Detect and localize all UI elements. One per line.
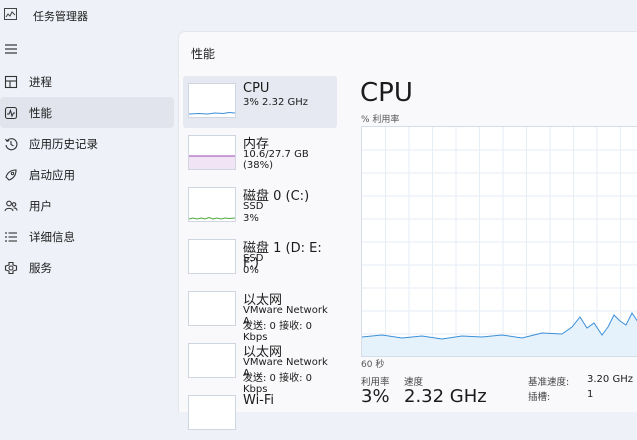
nav-item-processes[interactable]: 进程	[0, 66, 176, 97]
graph-time-label: 60 秒	[361, 360, 385, 370]
performance-icon	[4, 106, 18, 119]
resource-card-cpu[interactable]: CPU 3% 2.32 GHz	[183, 76, 337, 128]
nav-label: 用户	[29, 198, 52, 213]
utilization-value: 3%	[361, 386, 390, 407]
resource-detail: 3%	[243, 213, 259, 224]
resource-detail: 3% 2.32 GHz	[243, 97, 309, 108]
nav-label: 进程	[29, 74, 52, 89]
ethernet-1-mini-graph	[188, 291, 236, 326]
resource-card-memory[interactable]: 内存 10.6/27.7 GB (38%)	[183, 128, 337, 180]
users-icon	[4, 200, 18, 211]
sockets-value: 1	[587, 389, 594, 400]
page-title: 性能	[191, 47, 216, 61]
resource-name: Wi-Fi	[243, 393, 275, 408]
nav-item-app-history[interactable]: 应用历史记录	[0, 128, 176, 159]
nav-item-startup-apps[interactable]: 启动应用	[0, 159, 176, 190]
startup-apps-icon	[5, 168, 17, 181]
cpu-utilization-graph	[361, 126, 637, 357]
nav-label: 服务	[29, 260, 52, 275]
base-speed-value: 3.20 GHz	[587, 374, 633, 385]
nav-label: 性能	[29, 105, 52, 120]
cpu-mini-graph	[188, 83, 236, 118]
graph-axis-label: % 利用率	[361, 115, 400, 125]
details-icon	[5, 231, 17, 242]
nav-label: 应用历史记录	[29, 136, 98, 151]
nav-item-services[interactable]: 服务	[0, 252, 176, 283]
resource-card-disk-0[interactable]: 磁盘 0 (C:) SSD 3%	[183, 180, 337, 232]
sidebar-nav: 进程 性能 应用历史记录 启动应用 用户 详细信息 服务	[0, 66, 176, 283]
app-history-icon	[5, 137, 18, 150]
disk-1-mini-graph	[188, 239, 236, 274]
nav-label: 详细信息	[29, 229, 75, 244]
task-manager-icon	[4, 8, 17, 20]
main-panel: 性能 CPU 3% 2.32 GHz 内存 10.6/27.7 GB (38%)…	[178, 31, 637, 430]
app-title: 任务管理器	[33, 10, 88, 23]
services-icon	[4, 261, 18, 274]
speed-value: 2.32 GHz	[404, 386, 487, 407]
nav-item-users[interactable]: 用户	[0, 190, 176, 221]
resource-detail: 10.6/27.7 GB (38%)	[243, 149, 309, 171]
wifi-mini-graph	[188, 395, 236, 430]
resource-card-disk-1[interactable]: 磁盘 1 (D: E: F:) SSD 0%	[183, 232, 337, 284]
ethernet-2-mini-graph	[188, 343, 236, 378]
nav-label: 启动应用	[29, 167, 75, 182]
title-bar: 任务管理器	[0, 0, 637, 30]
disk-0-mini-graph	[188, 187, 236, 222]
resource-name: CPU	[243, 81, 270, 96]
resource-card-ethernet-2[interactable]: 以太网 VMware Network A... 发送: 0 接收: 0 Kbps	[183, 336, 337, 395]
detail-title: CPU	[360, 78, 413, 108]
nav-item-performance[interactable]: 性能	[0, 97, 174, 128]
hamburger-menu-icon[interactable]	[4, 42, 18, 56]
resource-list: CPU 3% 2.32 GHz 内存 10.6/27.7 GB (38%) 磁盘…	[179, 76, 337, 440]
memory-mini-graph	[188, 135, 236, 170]
nav-item-details[interactable]: 详细信息	[0, 221, 176, 252]
resource-detail: SSD	[243, 201, 264, 212]
resource-detail: 0%	[243, 265, 259, 276]
resource-detail: SSD	[243, 253, 264, 264]
sockets-label: 插槽:	[528, 392, 551, 403]
resource-card-wifi[interactable]: Wi-Fi	[183, 388, 337, 440]
processes-icon	[4, 75, 18, 88]
base-speed-label: 基准速度:	[528, 377, 570, 388]
resource-card-ethernet-1[interactable]: 以太网 VMware Network A... 发送: 0 接收: 0 Kbps	[183, 284, 337, 343]
